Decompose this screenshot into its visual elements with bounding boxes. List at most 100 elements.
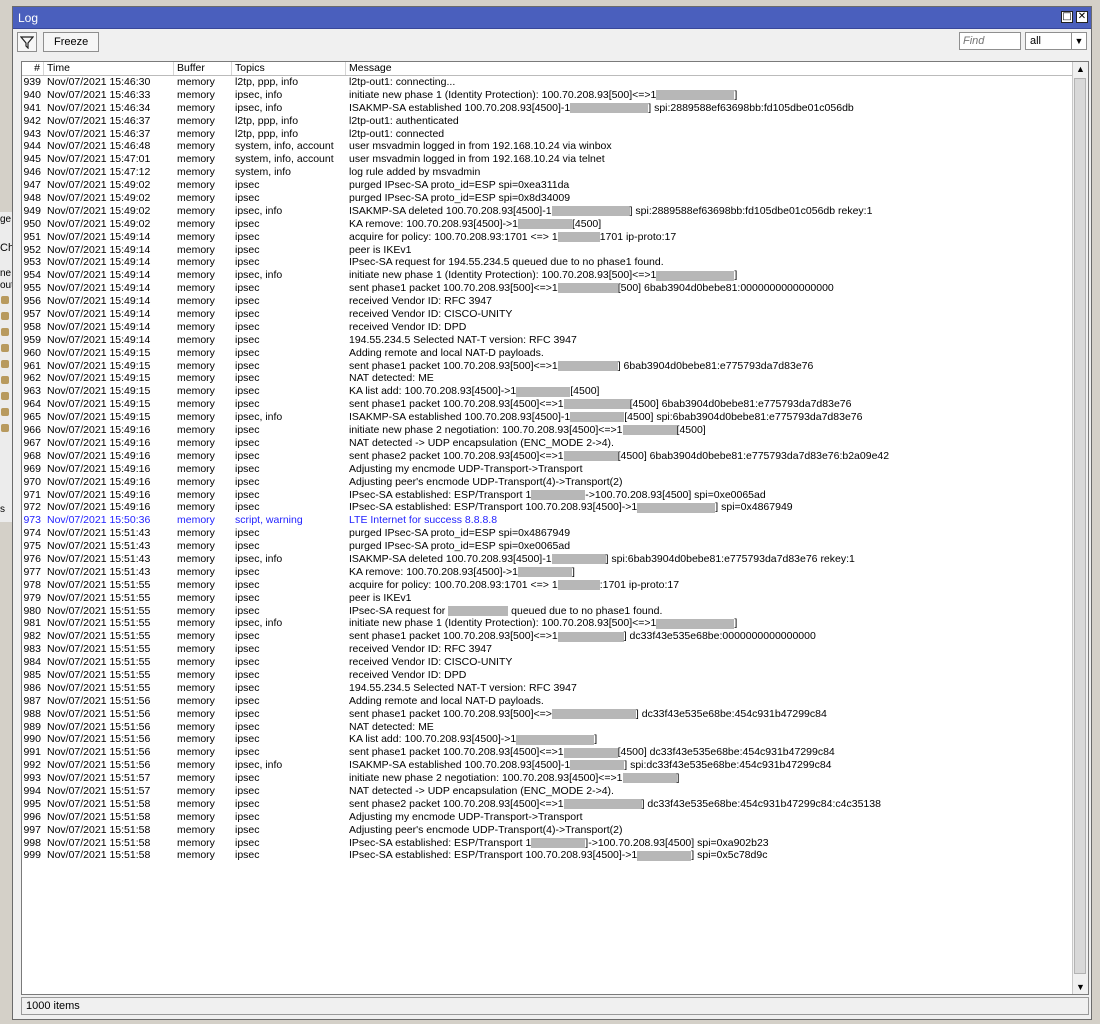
table-row[interactable]: 975 Nov/07/2021 15:51:43 memory ipsec purged…: [22, 540, 1074, 553]
table-row[interactable]: 986 Nov/07/2021 15:51:55 memory ipsec 194.55…: [22, 682, 1074, 695]
find-input[interactable]: [959, 32, 1021, 50]
vertical-scrollbar[interactable]: ▲ ▼: [1072, 62, 1088, 994]
row-number: 968: [23, 449, 41, 462]
row-topics: ipsec: [235, 385, 260, 398]
column-header-topics[interactable]: Topics: [232, 62, 346, 75]
table-row[interactable]: 945 Nov/07/2021 15:47:01 memory system, inf…: [22, 153, 1074, 166]
table-row[interactable]: 997 Nov/07/2021 15:51:58 memory ipsec Adjust…: [22, 824, 1074, 837]
column-header-number[interactable]: #: [22, 62, 44, 75]
table-row[interactable]: 967 Nov/07/2021 15:49:16 memory ipsec NAT de…: [22, 437, 1074, 450]
scroll-up-icon[interactable]: ▲: [1073, 62, 1088, 76]
table-row[interactable]: 976 Nov/07/2021 15:51:43 memory ipsec, info…: [22, 553, 1074, 566]
table-row[interactable]: 964 Nov/07/2021 15:49:15 memory ipsec sent p…: [22, 398, 1074, 411]
table-row[interactable]: 959 Nov/07/2021 15:49:14 memory ipsec 194.55…: [22, 334, 1074, 347]
table-row[interactable]: 948 Nov/07/2021 15:49:02 memory ipsec purged…: [22, 192, 1074, 205]
row-topics: ipsec: [235, 179, 260, 192]
table-row[interactable]: 966 Nov/07/2021 15:49:16 memory ipsec initia…: [22, 424, 1074, 437]
column-header-time[interactable]: Time: [44, 62, 174, 75]
table-row[interactable]: 996 Nov/07/2021 15:51:58 memory ipsec Adjust…: [22, 811, 1074, 824]
chevron-down-icon[interactable]: ▼: [1071, 33, 1086, 49]
table-row[interactable]: 999 Nov/07/2021 15:51:58 memory ipsec IPsec-…: [22, 849, 1074, 862]
table-row[interactable]: 972 Nov/07/2021 15:49:16 memory ipsec IPsec-…: [22, 501, 1074, 514]
buffer-filter-select[interactable]: all ▼: [1025, 32, 1087, 50]
folder-icon: [1, 360, 9, 368]
table-row[interactable]: 947 Nov/07/2021 15:49:02 memory ipsec purged…: [22, 179, 1074, 192]
table-row[interactable]: 943 Nov/07/2021 15:46:37 memory l2tp, ppp, …: [22, 128, 1074, 141]
folder-icon: [1, 312, 9, 320]
table-row[interactable]: 946 Nov/07/2021 15:47:12 memory system, inf…: [22, 166, 1074, 179]
table-row[interactable]: 965 Nov/07/2021 15:49:15 memory ipsec, info…: [22, 411, 1074, 424]
row-buffer: memory: [177, 823, 215, 836]
table-row[interactable]: 990 Nov/07/2021 15:51:56 memory ipsec KA lis…: [22, 733, 1074, 746]
restore-icon[interactable]: □: [1061, 11, 1073, 23]
column-header-buffer[interactable]: Buffer: [174, 62, 232, 75]
table-row[interactable]: 963 Nov/07/2021 15:49:15 memory ipsec KA lis…: [22, 385, 1074, 398]
table-row[interactable]: 993 Nov/07/2021 15:51:57 memory ipsec initia…: [22, 772, 1074, 785]
row-buffer: memory: [177, 333, 215, 346]
table-row[interactable]: 968 Nov/07/2021 15:49:16 memory ipsec sent p…: [22, 450, 1074, 463]
table-row[interactable]: 950 Nov/07/2021 15:49:02 memory ipsec KA rem…: [22, 218, 1074, 231]
table-row[interactable]: 941 Nov/07/2021 15:46:34 memory ipsec, info…: [22, 102, 1074, 115]
table-row[interactable]: 961 Nov/07/2021 15:49:15 memory ipsec sent p…: [22, 360, 1074, 373]
table-row[interactable]: 952 Nov/07/2021 15:49:14 memory ipsec peer i…: [22, 244, 1074, 257]
row-time: Nov/07/2021 15:49:15: [47, 346, 151, 359]
row-message: LTE Internet for success 8.8.8.8: [349, 514, 498, 527]
table-row[interactable]: 980 Nov/07/2021 15:51:55 memory ipsec IPsec-…: [22, 605, 1074, 618]
table-row[interactable]: 973 Nov/07/2021 15:50:36 memory script, war…: [22, 514, 1074, 527]
table-row[interactable]: 944 Nov/07/2021 15:46:48 memory system, inf…: [22, 140, 1074, 153]
table-row[interactable]: 981 Nov/07/2021 15:51:55 memory ipsec, info…: [22, 617, 1074, 630]
close-icon[interactable]: ✕: [1076, 11, 1088, 23]
table-row[interactable]: 988 Nov/07/2021 15:51:56 memory ipsec sent p…: [22, 708, 1074, 721]
table-row[interactable]: 956 Nov/07/2021 15:49:14 memory ipsec receiv…: [22, 295, 1074, 308]
table-row[interactable]: 995 Nov/07/2021 15:51:58 memory ipsec sent p…: [22, 798, 1074, 811]
table-row[interactable]: 998 Nov/07/2021 15:51:58 memory ipsec IPsec-…: [22, 837, 1074, 850]
filter-button[interactable]: [17, 32, 37, 52]
table-row[interactable]: 970 Nov/07/2021 15:49:16 memory ipsec Adjust…: [22, 476, 1074, 489]
row-topics: ipsec: [235, 578, 260, 591]
table-row[interactable]: 989 Nov/07/2021 15:51:56 memory ipsec NAT de…: [22, 721, 1074, 734]
row-buffer: memory: [177, 153, 215, 166]
scroll-down-icon[interactable]: ▼: [1073, 980, 1088, 994]
row-time: Nov/07/2021 15:49:14: [47, 282, 151, 295]
table-row[interactable]: 954 Nov/07/2021 15:49:14 memory ipsec, info…: [22, 269, 1074, 282]
row-topics: ipsec: [235, 772, 260, 785]
table-row[interactable]: 949 Nov/07/2021 15:49:02 memory ipsec, info…: [22, 205, 1074, 218]
table-row[interactable]: 994 Nov/07/2021 15:51:57 memory ipsec NAT de…: [22, 785, 1074, 798]
table-row[interactable]: 951 Nov/07/2021 15:49:14 memory ipsec acquir…: [22, 231, 1074, 244]
row-topics: script, warning: [235, 514, 303, 527]
row-message: ISAKMP-SA established 100.70.208.93[4500…: [349, 759, 832, 772]
row-buffer: memory: [177, 424, 215, 437]
redacted-block: [448, 605, 509, 616]
table-row[interactable]: 955 Nov/07/2021 15:49:14 memory ipsec sent p…: [22, 282, 1074, 295]
table-row[interactable]: 979 Nov/07/2021 15:51:55 memory ipsec peer i…: [22, 592, 1074, 605]
row-number: 955: [23, 282, 41, 295]
row-number: 940: [23, 88, 41, 101]
scrollbar-thumb[interactable]: [1074, 78, 1086, 974]
table-row[interactable]: 958 Nov/07/2021 15:49:14 memory ipsec receiv…: [22, 321, 1074, 334]
row-message: IPsec-SA request for queued due to no ph…: [349, 604, 663, 617]
column-header-message[interactable]: Message: [346, 62, 1074, 75]
table-row[interactable]: 971 Nov/07/2021 15:49:16 memory ipsec IPsec-…: [22, 489, 1074, 502]
table-row[interactable]: 962 Nov/07/2021 15:49:15 memory ipsec NAT de…: [22, 372, 1074, 385]
table-row[interactable]: 957 Nov/07/2021 15:49:14 memory ipsec receiv…: [22, 308, 1074, 321]
table-row[interactable]: 953 Nov/07/2021 15:49:14 memory ipsec IPsec-…: [22, 256, 1074, 269]
table-row[interactable]: 982 Nov/07/2021 15:51:55 memory ipsec sent p…: [22, 630, 1074, 643]
table-row[interactable]: 969 Nov/07/2021 15:49:16 memory ipsec Adjust…: [22, 463, 1074, 476]
title-bar[interactable]: Log □ ✕: [13, 7, 1091, 29]
table-row[interactable]: 984 Nov/07/2021 15:51:55 memory ipsec receiv…: [22, 656, 1074, 669]
table-row[interactable]: 974 Nov/07/2021 15:51:43 memory ipsec purged…: [22, 527, 1074, 540]
table-row[interactable]: 991 Nov/07/2021 15:51:56 memory ipsec sent p…: [22, 746, 1074, 759]
table-row[interactable]: 992 Nov/07/2021 15:51:56 memory ipsec, info…: [22, 759, 1074, 772]
table-row[interactable]: 940 Nov/07/2021 15:46:33 memory ipsec, info…: [22, 89, 1074, 102]
table-row[interactable]: 983 Nov/07/2021 15:51:55 memory ipsec receiv…: [22, 643, 1074, 656]
row-buffer: memory: [177, 617, 215, 630]
table-row[interactable]: 942 Nov/07/2021 15:46:37 memory l2tp, ppp, …: [22, 115, 1074, 128]
table-row[interactable]: 960 Nov/07/2021 15:49:15 memory ipsec Adding…: [22, 347, 1074, 360]
table-row[interactable]: 939 Nov/07/2021 15:46:30 memory l2tp, ppp, …: [22, 76, 1074, 89]
table-row[interactable]: 978 Nov/07/2021 15:51:55 memory ipsec acquir…: [22, 579, 1074, 592]
table-row[interactable]: 977 Nov/07/2021 15:51:43 memory ipsec KA rem…: [22, 566, 1074, 579]
table-row[interactable]: 987 Nov/07/2021 15:51:56 memory ipsec Adding…: [22, 695, 1074, 708]
row-message: 194.55.234.5 Selected NAT-T version: RFC…: [349, 333, 577, 346]
table-row[interactable]: 985 Nov/07/2021 15:51:55 memory ipsec receiv…: [22, 669, 1074, 682]
freeze-button[interactable]: Freeze: [43, 32, 100, 52]
